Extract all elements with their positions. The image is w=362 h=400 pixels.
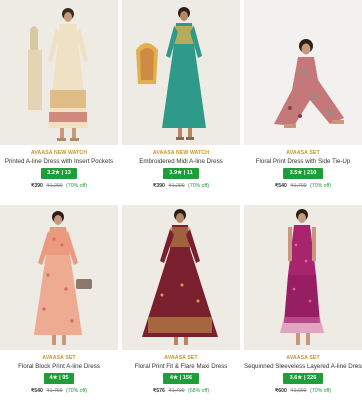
mrp-price: ₹1,299 bbox=[46, 183, 63, 189]
selling-price: ₹600 bbox=[274, 388, 287, 394]
rating-badge: 3.5★ | 210 bbox=[283, 168, 323, 179]
rating-badge: 3.2★ | 13 bbox=[41, 168, 77, 179]
selling-price: ₹390 bbox=[152, 183, 165, 189]
product-card[interactable]: AVAASA NEW WATCH Printed A-line Dress wi… bbox=[0, 0, 118, 200]
product-card[interactable]: AVAASA SET Floral Print Dress with Side … bbox=[244, 0, 362, 200]
mrp-price: ₹1,799 bbox=[290, 183, 307, 189]
product-name[interactable]: Floral Block Print A-line Dress bbox=[0, 363, 118, 370]
product-card[interactable]: AVAASA SET Floral Print Fit & Flare Maxi… bbox=[122, 205, 240, 400]
product-price: ₹390 ₹1,299 (70% off) bbox=[122, 183, 240, 189]
discount-text: (70% off) bbox=[310, 388, 332, 394]
discount-text: (70% off) bbox=[310, 183, 332, 189]
selling-price: ₹576 bbox=[152, 388, 165, 394]
mrp-price: ₹1,299 bbox=[168, 183, 185, 189]
product-image[interactable] bbox=[0, 205, 118, 350]
selling-price: ₹390 bbox=[30, 183, 43, 189]
product-image[interactable] bbox=[244, 0, 362, 145]
product-price: ₹576 ₹1,799 (68% off) bbox=[122, 388, 240, 394]
rating-badge: 4★ | 156 bbox=[163, 373, 199, 384]
product-price: ₹540 ₹1,799 (70% off) bbox=[244, 183, 362, 189]
product-card[interactable]: AVAASA NEW WATCH Embroidered Midi A-line… bbox=[122, 0, 240, 200]
product-image[interactable] bbox=[122, 205, 240, 350]
mrp-price: ₹1,799 bbox=[168, 388, 185, 394]
product-name[interactable]: Floral Print Fit & Flare Maxi Dress bbox=[122, 363, 240, 370]
mrp-price: ₹1,999 bbox=[290, 388, 307, 394]
rating-badge: 4★ | 95 bbox=[44, 373, 74, 384]
product-image[interactable] bbox=[122, 0, 240, 145]
product-image[interactable] bbox=[0, 0, 118, 145]
product-price: ₹390 ₹1,299 (70% off) bbox=[0, 183, 118, 189]
product-image[interactable] bbox=[244, 205, 362, 350]
mrp-price: ₹1,799 bbox=[46, 388, 63, 394]
discount-text: (70% off) bbox=[188, 183, 210, 189]
selling-price: ₹540 bbox=[274, 183, 287, 189]
rating-badge: 3.6★ | 226 bbox=[283, 373, 323, 384]
discount-text: (70% off) bbox=[66, 388, 88, 394]
product-brand: AVAASA SET bbox=[164, 355, 198, 361]
product-brand: AVAASA NEW WATCH bbox=[30, 150, 88, 156]
product-name[interactable]: Printed A-line Dress with Insert Pockets bbox=[0, 158, 118, 165]
product-grid: AVAASA NEW WATCH Printed A-line Dress wi… bbox=[0, 0, 362, 400]
product-name[interactable]: Floral Print Dress with Side Tie-Up bbox=[244, 158, 362, 165]
product-name[interactable]: Sequinned Sleeveless Layered A-line Dres… bbox=[244, 363, 362, 370]
discount-text: (68% off) bbox=[188, 388, 210, 394]
product-brand: AVAASA SET bbox=[42, 355, 76, 361]
product-name[interactable]: Embroidered Midi A-line Dress bbox=[122, 158, 240, 165]
product-price: ₹540 ₹1,799 (70% off) bbox=[0, 388, 118, 394]
discount-text: (70% off) bbox=[66, 183, 88, 189]
selling-price: ₹540 bbox=[30, 388, 43, 394]
product-card[interactable]: AVAASA SET Floral Block Print A-line Dre… bbox=[0, 205, 118, 400]
product-brand: AVAASA NEW WATCH bbox=[152, 150, 210, 156]
product-price: ₹600 ₹1,999 (70% off) bbox=[244, 388, 362, 394]
rating-badge: 3.9★ | 11 bbox=[163, 168, 199, 179]
product-brand: AVAASA SET bbox=[286, 150, 320, 156]
product-brand: AVAASA SET bbox=[286, 355, 320, 361]
product-card[interactable]: AVAASA SET Sequinned Sleeveless Layered … bbox=[244, 205, 362, 400]
